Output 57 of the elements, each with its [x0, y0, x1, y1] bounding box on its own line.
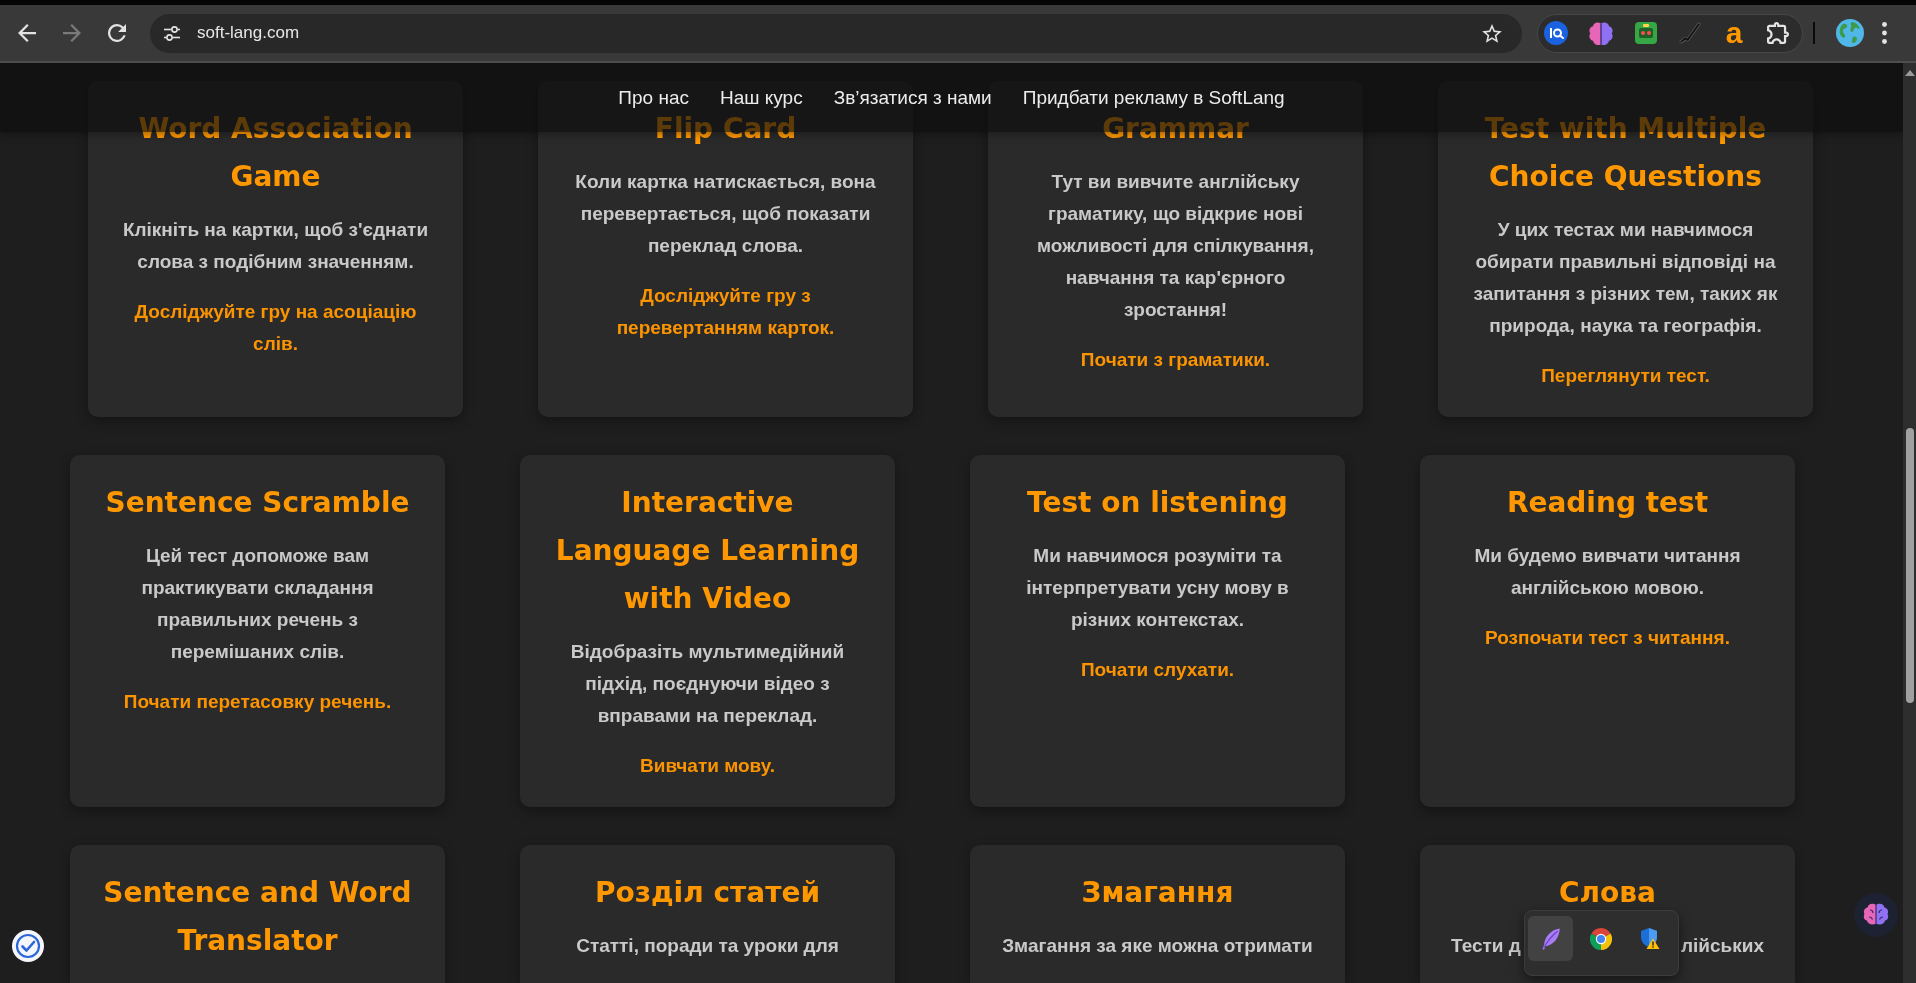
reload-icon[interactable] — [108, 24, 126, 42]
card-title: Розділ статей — [593, 875, 822, 911]
card-link[interactable]: Почати з граматики. — [1080, 344, 1271, 376]
arrow-left-icon[interactable] — [18, 24, 36, 42]
scrollbar[interactable] — [1903, 63, 1916, 983]
card-description: Цей тест допоможе вам практикувати складання правильних речень з перемішаних слів. — [140, 544, 375, 664]
nav-link[interactable]: Про нас — [618, 85, 689, 110]
address-bar[interactable]: soft-lang.com — [150, 13, 1522, 53]
card-description: Відобразіть мультимедійний підхід, поєднуючи відео з вправами на переклад. — [569, 640, 846, 728]
scrollbar-thumb[interactable] — [1906, 428, 1914, 703]
card-link[interactable]: Досліджуйте гру з перевертанням карток. — [566, 280, 885, 344]
card-title: Sentence Scramble — [104, 485, 411, 521]
card-description: Ми будемо вивчати читання англійською мовою. — [1473, 544, 1742, 600]
card-title: Reading test — [1505, 485, 1710, 521]
nav-link[interactable]: Зв’язатися з нами — [833, 85, 992, 110]
card-description: лійських — [1680, 934, 1764, 958]
star-icon[interactable] — [1482, 23, 1502, 43]
puzzle-icon[interactable] — [1767, 22, 1789, 44]
card-link[interactable]: Вивчати мову. — [640, 750, 775, 782]
tray-icon-button[interactable] — [1528, 916, 1573, 961]
card-link[interactable]: Почати перетасовку речень. — [123, 686, 392, 718]
brain-icon[interactable] — [1854, 893, 1898, 937]
card-description: Тут ви вивчите англійську граматику, що відкриє нові можливості для спілкування, навчання та кар'єрного зростання! — [1036, 170, 1315, 322]
robot-face-icon[interactable] — [1634, 21, 1658, 45]
card-description: У цих тестах ми навчимося обирати правильні відповіді на запитання з різних тем, таких як природа, наука та географія. — [1472, 218, 1779, 338]
card-link[interactable]: Почати слухати. — [1080, 654, 1235, 686]
tune-icon[interactable] — [163, 25, 181, 41]
card-title: Sentence and Word Translator — [102, 875, 413, 959]
menu-icon[interactable] — [1882, 22, 1887, 44]
card-link[interactable]: Переглянути тест. — [1541, 360, 1710, 392]
card-description: Коли картка натискається, вона перевертається, щоб показати переклад слова. — [574, 170, 877, 258]
brain-icon[interactable] — [1589, 21, 1613, 45]
card-title: Слова — [1558, 875, 1657, 911]
feather-icon[interactable] — [1540, 927, 1561, 950]
card-description: Тести д — [1451, 934, 1521, 958]
card-title: Змагання — [1080, 875, 1235, 911]
card-title: Test on listening — [1026, 485, 1289, 521]
card-title: Grammar — [1101, 111, 1250, 147]
magnifier-icon[interactable] — [1544, 21, 1568, 45]
card-title: Flip Card — [653, 111, 798, 147]
globe-icon[interactable] — [1836, 19, 1864, 47]
extension-button[interactable]: a — [1722, 19, 1746, 47]
shield-warning-icon[interactable] — [1641, 928, 1660, 949]
card-title: Interactive Language Learning with Video — [554, 485, 861, 617]
card-description: Клікніть на картки, щоб з'єднати слова з подібним значенням. — [121, 218, 430, 274]
check-badge-icon[interactable] — [12, 930, 44, 962]
card-link[interactable]: Розпочати тест з читання. — [1485, 622, 1730, 654]
tricolor-circle-icon[interactable] — [1589, 927, 1612, 950]
card-link[interactable]: Досліджуйте гру на асоціацію слів. — [116, 296, 435, 360]
nav-link[interactable]: Придбати рекламу в SoftLang — [1022, 85, 1285, 110]
scroll-up-arrow-icon[interactable] — [1905, 70, 1915, 76]
card-description: Змагання за яке можна отримати — [1001, 934, 1314, 958]
card-description: Статті, поради та уроки для — [575, 934, 840, 958]
card-title: Test with Multiple Choice Questions — [1483, 111, 1768, 195]
card-title: Word Association Game — [137, 111, 414, 195]
card-description: Ми навчимося розуміти та інтерпретувати усну мову в різних контекстах. — [1025, 544, 1290, 632]
nav-link[interactable]: Наш курс — [719, 85, 803, 110]
